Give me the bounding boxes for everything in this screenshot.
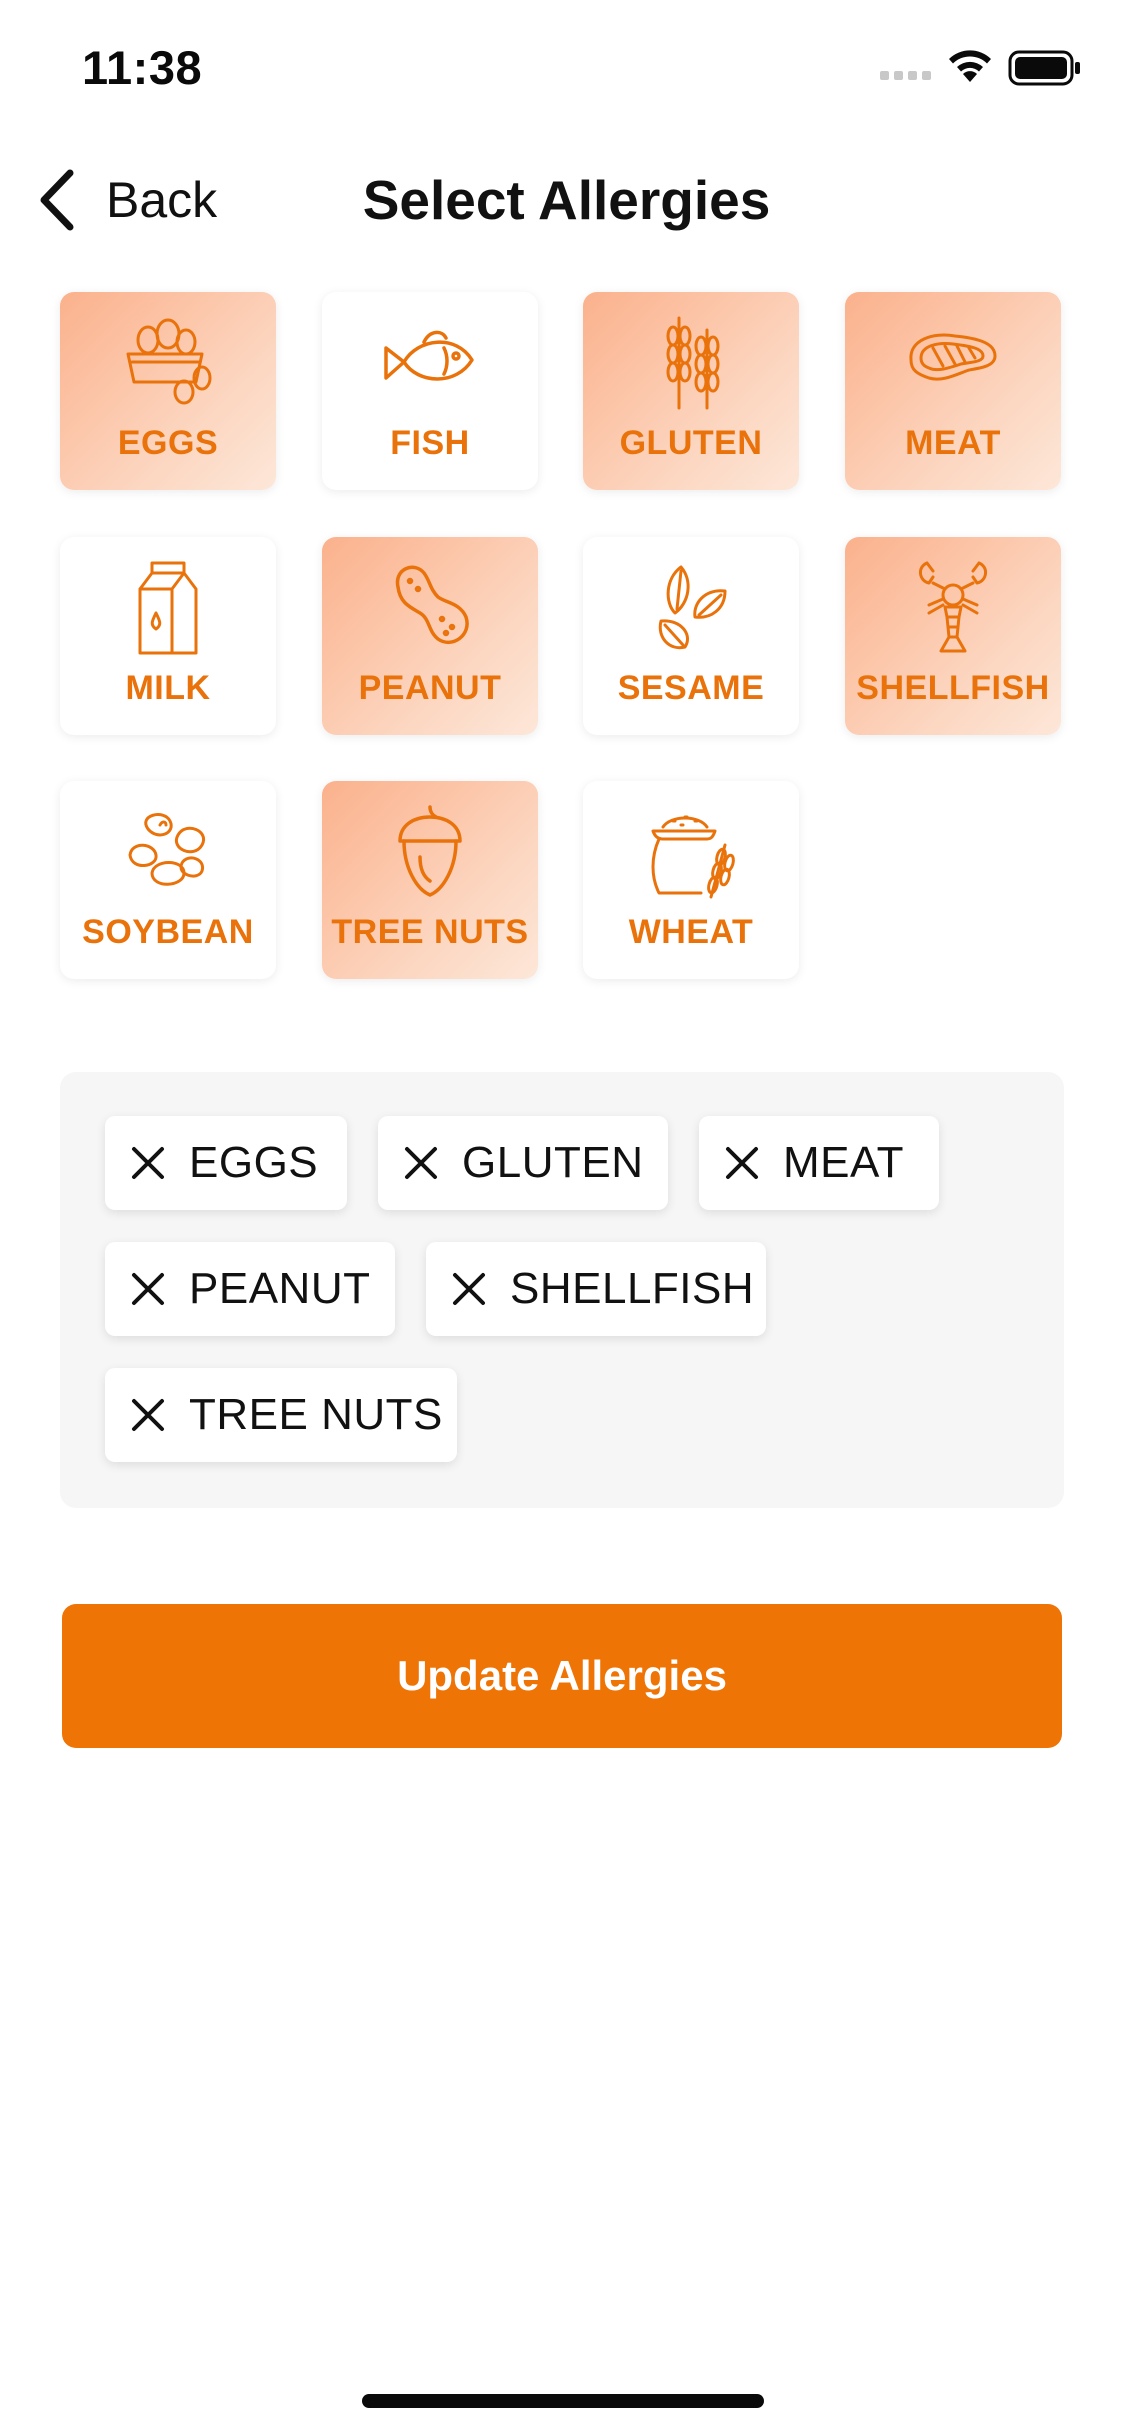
milk-carton-icon [138,561,198,655]
allergy-tile-gluten[interactable]: GLUTEN [583,292,799,490]
chip-gluten[interactable]: GLUTEN [378,1116,668,1210]
chip-label: SHELLFISH [510,1264,755,1313]
chip-shellfish[interactable]: SHELLFISH [426,1242,766,1336]
chip-eggs[interactable]: EGGS [105,1116,347,1210]
allergy-tile-eggs[interactable]: EGGS [60,292,276,490]
tile-label: WHEAT [628,913,754,951]
lobster-icon [919,561,987,653]
page-title: Select Allergies [362,169,771,231]
allergy-tile-shellfish[interactable]: SHELLFISH [845,537,1061,735]
home-indicator [362,2394,764,2408]
steak-icon [909,333,997,381]
tile-label: MEAT [905,424,1001,462]
chip-peanut[interactable]: PEANUT [105,1242,395,1336]
close-icon[interactable] [723,1144,761,1182]
allergy-tile-tree-nuts[interactable]: TREE NUTS [322,781,538,979]
allergy-tile-meat[interactable]: MEAT [845,292,1061,490]
battery-icon [1008,50,1080,86]
chip-label: EGGS [189,1138,319,1187]
status-time: 11:38 [82,41,203,94]
chip-label: MEAT [783,1138,904,1187]
wifi-icon [949,50,991,82]
tile-label: GLUTEN [619,424,763,462]
tile-label: FISH [390,424,470,462]
tile-label: SHELLFISH [856,669,1050,707]
eggs-basket-icon [126,318,212,405]
allergy-tile-sesame[interactable]: SESAME [583,537,799,735]
chip-meat[interactable]: MEAT [699,1116,939,1210]
close-icon[interactable] [402,1144,440,1182]
fish-icon [384,330,474,381]
selected-allergies-panel: EGGS GLUTEN MEAT PEANUT SHELLFISH TREE N… [60,1072,1064,1508]
close-icon[interactable] [129,1144,167,1182]
tile-label: SOYBEAN [82,913,254,951]
soybean-icon [128,813,206,886]
peanut-icon [395,565,469,645]
allergy-tile-fish[interactable]: FISH [322,292,538,490]
allergy-tile-soybean[interactable]: SOYBEAN [60,781,276,979]
allergy-tile-milk[interactable]: MILK [60,537,276,735]
wheat-stalks-icon [666,316,720,410]
status-bar: 11:38 [0,0,1125,132]
update-allergies-button[interactable]: Update Allergies [62,1604,1062,1748]
tile-label: EGGS [117,424,219,462]
chip-label: TREE NUTS [189,1390,443,1439]
chip-label: PEANUT [189,1264,371,1313]
close-icon[interactable] [129,1396,167,1434]
flour-sack-icon [651,815,735,899]
acorn-icon [398,805,462,897]
chip-tree-nuts[interactable]: TREE NUTS [105,1368,457,1462]
chip-label: GLUTEN [462,1138,644,1187]
allergy-tile-peanut[interactable]: PEANUT [322,537,538,735]
close-icon[interactable] [450,1270,488,1308]
tile-label: SESAME [617,669,765,707]
close-icon[interactable] [129,1270,167,1308]
tile-label: PEANUT [358,669,502,707]
sesame-seeds-icon [658,565,727,650]
tile-label: TREE NUTS [331,913,529,951]
tile-label: MILK [125,669,211,707]
allergy-tile-wheat[interactable]: WHEAT [583,781,799,979]
navigation-bar: Back Select Allergies [0,150,1125,250]
cellular-signal-icon [880,71,931,80]
